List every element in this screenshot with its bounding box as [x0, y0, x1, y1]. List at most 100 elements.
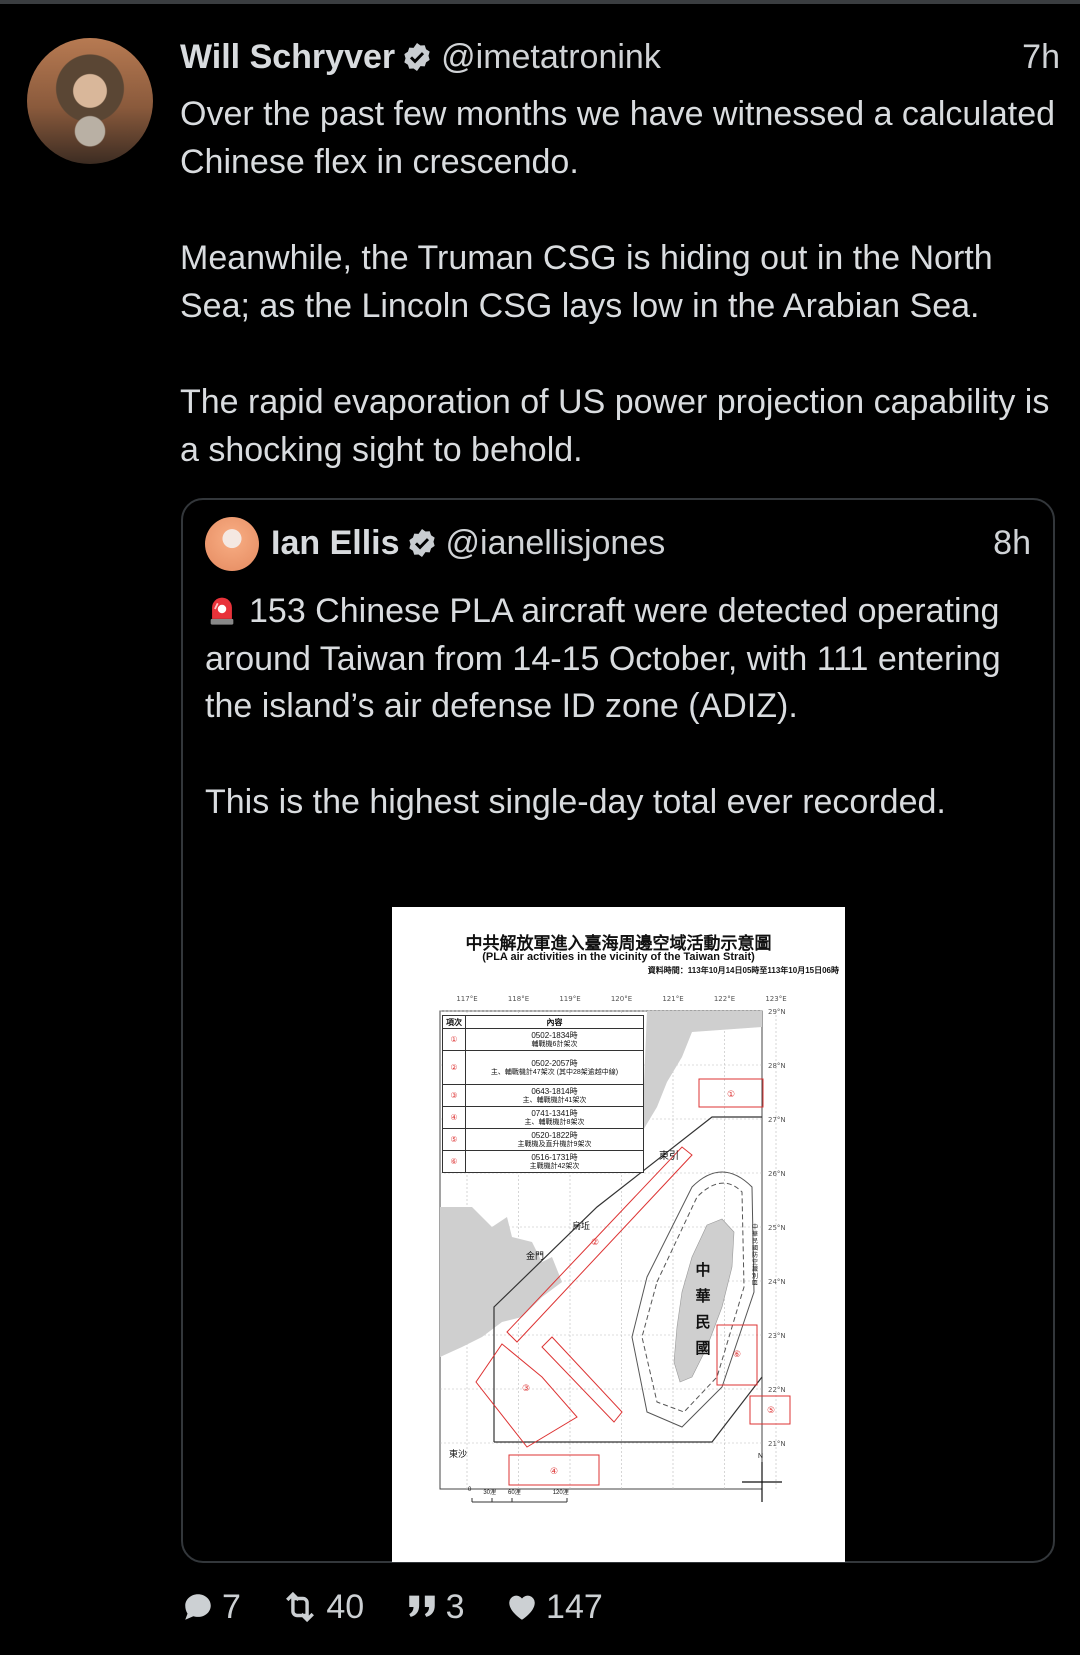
- longitude-label: 122°E: [714, 995, 735, 1003]
- latitude-label: 22°N: [768, 1386, 786, 1394]
- legend-row-content: 0741-1341時 主、輔戰機計8架次: [465, 1106, 644, 1129]
- latitude-label: 29°N: [768, 1008, 786, 1016]
- legend-row-time: 0516-1731時: [531, 1152, 578, 1162]
- tweet-time[interactable]: 7h: [1022, 35, 1060, 79]
- police-light-icon: [210, 597, 234, 625]
- like-count: 147: [546, 1588, 603, 1626]
- legend-row: ④ 0741-1341時 主、輔戰機計8架次: [442, 1106, 644, 1129]
- zone-3-label: ③: [522, 1384, 530, 1394]
- top-divider: [0, 0, 1080, 4]
- author-avatar[interactable]: [27, 38, 153, 164]
- quoted-paragraph-text: 153 Chinese PLA aircraft were detected o…: [205, 592, 1001, 725]
- legend-row: ⑥ 0516-1731時 主戰機計42架次: [442, 1150, 644, 1173]
- tweet-paragraph: The rapid evaporation of US power projec…: [180, 383, 1050, 469]
- verified-badge-icon: [408, 529, 435, 557]
- zone-2-label: ②: [591, 1238, 599, 1248]
- quoted-author-handle[interactable]: @ianellisjones: [446, 524, 666, 562]
- quote-icon: [408, 1595, 435, 1617]
- legend-row-number: ⑥: [442, 1150, 466, 1173]
- quoted-paragraph: 153 Chinese PLA aircraft were detected o…: [205, 588, 1035, 731]
- legend-row-number: ③: [442, 1084, 466, 1107]
- legend-row-desc: 輔戰機6計架次: [531, 1040, 578, 1048]
- longitude-label: 123°E: [765, 995, 786, 1003]
- latitude-label: 27°N: [768, 1116, 786, 1124]
- legend-row-time: 0502-1834時: [531, 1030, 578, 1040]
- legend-row-content: 0502-1834時 輔戰機6計架次: [465, 1028, 644, 1051]
- latitude-label: 24°N: [768, 1278, 786, 1286]
- adiz-label: 中華民國防空識別區: [752, 1225, 759, 1287]
- author-handle[interactable]: @imetatronink: [441, 38, 661, 76]
- zone-1-label: ①: [727, 1090, 735, 1100]
- legend-row-desc: 主戰機及直升機計9架次: [517, 1140, 592, 1148]
- latitude-label: 21°N: [768, 1440, 786, 1448]
- longitude-label: 121°E: [662, 995, 683, 1003]
- quoted-author-avatar[interactable]: [205, 517, 259, 571]
- retweet-button[interactable]: 40: [280, 1585, 364, 1629]
- reply-count: 7: [222, 1588, 241, 1626]
- quote-button[interactable]: 3: [404, 1585, 465, 1629]
- roc-label: 中華民國: [695, 1261, 711, 1357]
- zone-6-label: ⑥: [733, 1350, 741, 1360]
- latitude-label: 25°N: [768, 1224, 786, 1232]
- quoted-tweet-time[interactable]: 8h: [993, 520, 1031, 566]
- legend-row-number: ④: [442, 1106, 466, 1129]
- scale-label: 0: [468, 1487, 472, 1493]
- longitude-label: 120°E: [611, 995, 632, 1003]
- legend-row-desc: 主、輔戰機計41架次: [522, 1096, 587, 1104]
- author-name[interactable]: Will Schryver: [180, 38, 395, 76]
- reply-icon: [185, 1594, 211, 1620]
- quote-count: 3: [445, 1588, 465, 1626]
- latitude-label: 23°N: [768, 1332, 786, 1340]
- legend-row: ② 0502-2057時 主、輔戰機計47架次 (其中28架逾越中線): [442, 1050, 644, 1085]
- legend-row-desc: 主戰機計42架次: [529, 1162, 580, 1170]
- legend-row-number: ①: [442, 1028, 466, 1051]
- retweet-count: 40: [326, 1588, 365, 1626]
- legend-row: ③ 0643-1814時 主、輔戰機計41架次: [442, 1084, 644, 1107]
- quoted-paragraph: This is the highest single-day total eve…: [205, 782, 946, 821]
- kinmen-label: 金門: [526, 1251, 545, 1261]
- scale-label: 60浬: [508, 1490, 521, 1496]
- legend-row-time: 0502-2057時: [531, 1058, 578, 1068]
- zone-4-label: ④: [550, 1467, 558, 1477]
- quoted-tweet-text: 153 Chinese PLA aircraft were detected o…: [205, 588, 1035, 826]
- dongyin-label: 東引: [659, 1151, 679, 1162]
- retweet-icon: [286, 1591, 315, 1623]
- legend-row-content: 0520-1822時 主戰機及直升機計9架次: [465, 1128, 644, 1151]
- wuqiu-label: 烏坵: [572, 1221, 591, 1231]
- map-legend-table: 項次 內容 ① 0502-1834時 輔戰機6計架次 ② 0502-2057時 主、輔戰機…: [442, 1015, 644, 1173]
- latitude-label: 26°N: [768, 1170, 786, 1178]
- legend-row-number: ⑤: [442, 1128, 466, 1151]
- north-label: N: [758, 1453, 764, 1460]
- verified-badge-icon: [404, 43, 430, 71]
- quoted-author-name[interactable]: Ian Ellis: [271, 524, 400, 562]
- legend-row-time: 0520-1822時: [531, 1130, 578, 1140]
- legend-header: 內容: [465, 1015, 644, 1029]
- zone-5-label: ⑤: [767, 1406, 775, 1416]
- reply-button[interactable]: 7: [180, 1585, 241, 1629]
- tweet-paragraph: Over the past few months we have witness…: [180, 95, 1056, 181]
- quoted-tweet-header: Ian Ellis @ianellisjones 8h: [271, 520, 1031, 566]
- tweet-header: Will Schryver @imetatronink 7h: [180, 35, 1060, 79]
- tweet-text: Over the past few months we have witness…: [180, 90, 1060, 474]
- legend-row-time: 0741-1341時: [531, 1108, 578, 1118]
- tweet-paragraph: Meanwhile, the Truman CSG is hiding out …: [180, 239, 993, 325]
- scale-bar: 0 30浬 60浬 120浬: [468, 1487, 569, 1496]
- legend-row-number: ②: [442, 1050, 466, 1085]
- longitude-label: 117°E: [456, 995, 477, 1003]
- latitude-label: 28°N: [768, 1062, 786, 1070]
- scale-label: 30浬: [483, 1490, 497, 1496]
- legend-row-desc: 主、輔戰機計47架次 (其中28架逾越中線): [490, 1068, 619, 1076]
- quoted-tweet[interactable]: Ian Ellis @ianellisjones 8h 153 Chinese P…: [181, 498, 1055, 1563]
- legend-row: ⑤ 0520-1822時 主戰機及直升機計9架次: [442, 1128, 644, 1151]
- like-button[interactable]: 147: [504, 1585, 603, 1629]
- tweet-actions: 7 40 3 147: [180, 1585, 633, 1629]
- legend-row-time: 0643-1814時: [531, 1086, 578, 1096]
- longitude-label: 119°E: [559, 995, 580, 1003]
- heart-icon: [509, 1595, 535, 1620]
- attached-map-image[interactable]: 中共解放軍進入臺海周邊空域活動示意圖 (PLA air activities i…: [392, 907, 845, 1562]
- legend-row-content: 0516-1731時 主戰機計42架次: [465, 1150, 644, 1173]
- map-drawing: ① ② ③ ④ ⑤ ⑥ 117°E 118°E 119°E 120°E 121°E 122…: [439, 995, 791, 1503]
- legend-row: ① 0502-1834時 輔戰機6計架次: [442, 1028, 644, 1051]
- scale-label: 120浬: [552, 1490, 569, 1496]
- legend-row-desc: 主、輔戰機計8架次: [524, 1118, 585, 1126]
